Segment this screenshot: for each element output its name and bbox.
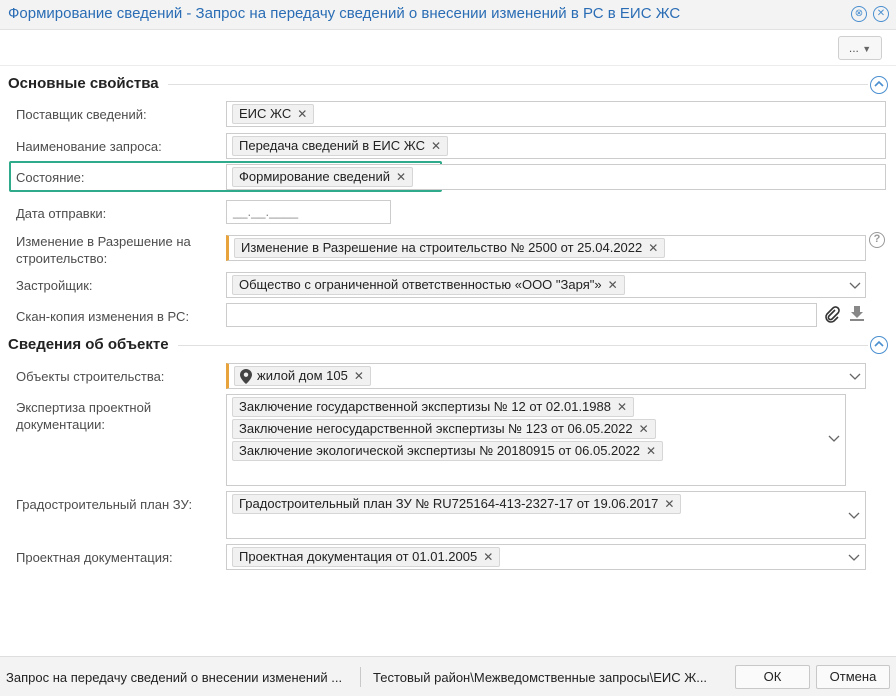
supplier-label: Поставщик сведений: — [16, 107, 147, 122]
section-divider — [178, 345, 868, 346]
remove-tag-icon[interactable]: ✕ — [639, 422, 649, 436]
window-title: Формирование сведений - Запрос на переда… — [8, 5, 681, 22]
developer-tag: Общество с ограниченной ответственностью… — [232, 275, 625, 295]
project-docs-field[interactable]: Проектная документация от 01.01.2005 ✕ — [226, 544, 866, 570]
expertise-tag: Заключение экологической экспертизы № 20… — [232, 441, 664, 461]
chevron-down-icon: ▼ — [862, 44, 872, 54]
urban-plan-field[interactable]: Градостроительный план ЗУ № RU725164-413… — [226, 491, 866, 539]
supplier-field[interactable]: ЕИС ЖС ✕ — [226, 101, 886, 127]
paperclip-icon[interactable] — [823, 305, 841, 323]
expertise-label: Экспертиза проектной документации: — [16, 400, 152, 432]
scan-input[interactable] — [226, 303, 817, 327]
map-pin-icon — [240, 369, 252, 384]
remove-tag-icon[interactable]: ✕ — [617, 400, 627, 414]
urban-plan-label: Градостроительный план ЗУ: — [16, 497, 193, 512]
remove-tag-icon[interactable]: ✕ — [297, 107, 307, 121]
chevron-up-icon[interactable] — [870, 76, 888, 94]
chevron-down-icon[interactable] — [849, 373, 861, 381]
remove-tag-icon[interactable]: ✕ — [431, 139, 441, 153]
close-icon[interactable]: ✕ — [873, 6, 889, 22]
cancel-button[interactable]: Отмена — [816, 665, 890, 689]
chevron-down-icon[interactable] — [849, 282, 861, 290]
state-label: Состояние: — [16, 170, 85, 185]
remove-tag-icon[interactable]: ✕ — [648, 241, 658, 255]
urban-plan-tag: Градостроительный план ЗУ № RU725164-413… — [232, 494, 682, 514]
construction-objects-label: Объекты строительства: — [16, 369, 165, 384]
status-path: Тестовый район\Межведомственные запросы\… — [373, 670, 708, 685]
send-date-label: Дата отправки: — [16, 206, 107, 221]
expertise-tag: Заключение государственной экспертизы № … — [232, 397, 635, 417]
section-main-title: Основные свойства — [8, 75, 159, 92]
request-name-label: Наименование запроса: — [16, 139, 162, 154]
chevron-up-icon[interactable] — [870, 336, 888, 354]
developer-label: Застройщик: — [16, 278, 93, 293]
section-object-title: Сведения об объекте — [8, 336, 169, 353]
project-docs-label: Проектная документация: — [16, 550, 173, 565]
settings-circle-icon[interactable]: ⊗ — [851, 6, 867, 22]
state-field[interactable]: Формирование сведений ✕ — [226, 164, 886, 190]
state-tag: Формирование сведений ✕ — [232, 167, 414, 187]
status-bar: Запрос на передачу сведений о внесении и… — [0, 656, 896, 696]
request-name-tag: Передача сведений в ЕИС ЖС ✕ — [232, 136, 449, 156]
status-separator — [360, 667, 361, 687]
permit-change-label: Изменение в Разрешение на строительство: — [16, 234, 191, 266]
scan-label: Скан-копия изменения в РС: — [16, 309, 190, 324]
remove-tag-icon[interactable]: ✕ — [483, 550, 493, 564]
chevron-down-icon[interactable] — [848, 554, 860, 562]
permit-change-field[interactable]: Изменение в Разрешение на строительство … — [226, 235, 866, 261]
chevron-down-icon[interactable] — [848, 512, 860, 520]
toolbar: ... ▼ — [0, 30, 896, 66]
remove-tag-icon[interactable]: ✕ — [664, 497, 674, 511]
project-docs-tag: Проектная документация от 01.01.2005 ✕ — [232, 547, 501, 567]
more-actions-button[interactable]: ... ▼ — [838, 36, 882, 60]
remove-tag-icon[interactable]: ✕ — [646, 444, 656, 458]
ok-button[interactable]: ОК — [735, 665, 810, 689]
permit-change-tag: Изменение в Разрешение на строительство … — [234, 238, 666, 258]
title-bar: Формирование сведений - Запрос на переда… — [0, 0, 896, 30]
status-document-name: Запрос на передачу сведений о внесении и… — [6, 670, 343, 685]
construction-object-tag: жилой дом 105 ✕ — [234, 366, 371, 386]
supplier-tag: ЕИС ЖС ✕ — [232, 104, 315, 124]
expertise-tag: Заключение негосударственной экспертизы … — [232, 419, 656, 439]
send-date-input[interactable]: __.__.____ — [226, 200, 391, 224]
remove-tag-icon[interactable]: ✕ — [396, 170, 406, 184]
chevron-down-icon[interactable] — [828, 435, 840, 443]
request-name-field[interactable]: Передача сведений в ЕИС ЖС ✕ — [226, 133, 886, 159]
remove-tag-icon[interactable]: ✕ — [608, 278, 618, 292]
developer-field[interactable]: Общество с ограниченной ответственностью… — [226, 272, 866, 298]
download-icon[interactable] — [849, 305, 865, 321]
section-divider — [168, 84, 868, 85]
construction-objects-field[interactable]: жилой дом 105 ✕ — [226, 363, 866, 389]
question-icon[interactable]: ? — [869, 232, 885, 248]
expertise-field[interactable]: Заключение государственной экспертизы № … — [226, 394, 846, 486]
remove-tag-icon[interactable]: ✕ — [354, 369, 364, 383]
